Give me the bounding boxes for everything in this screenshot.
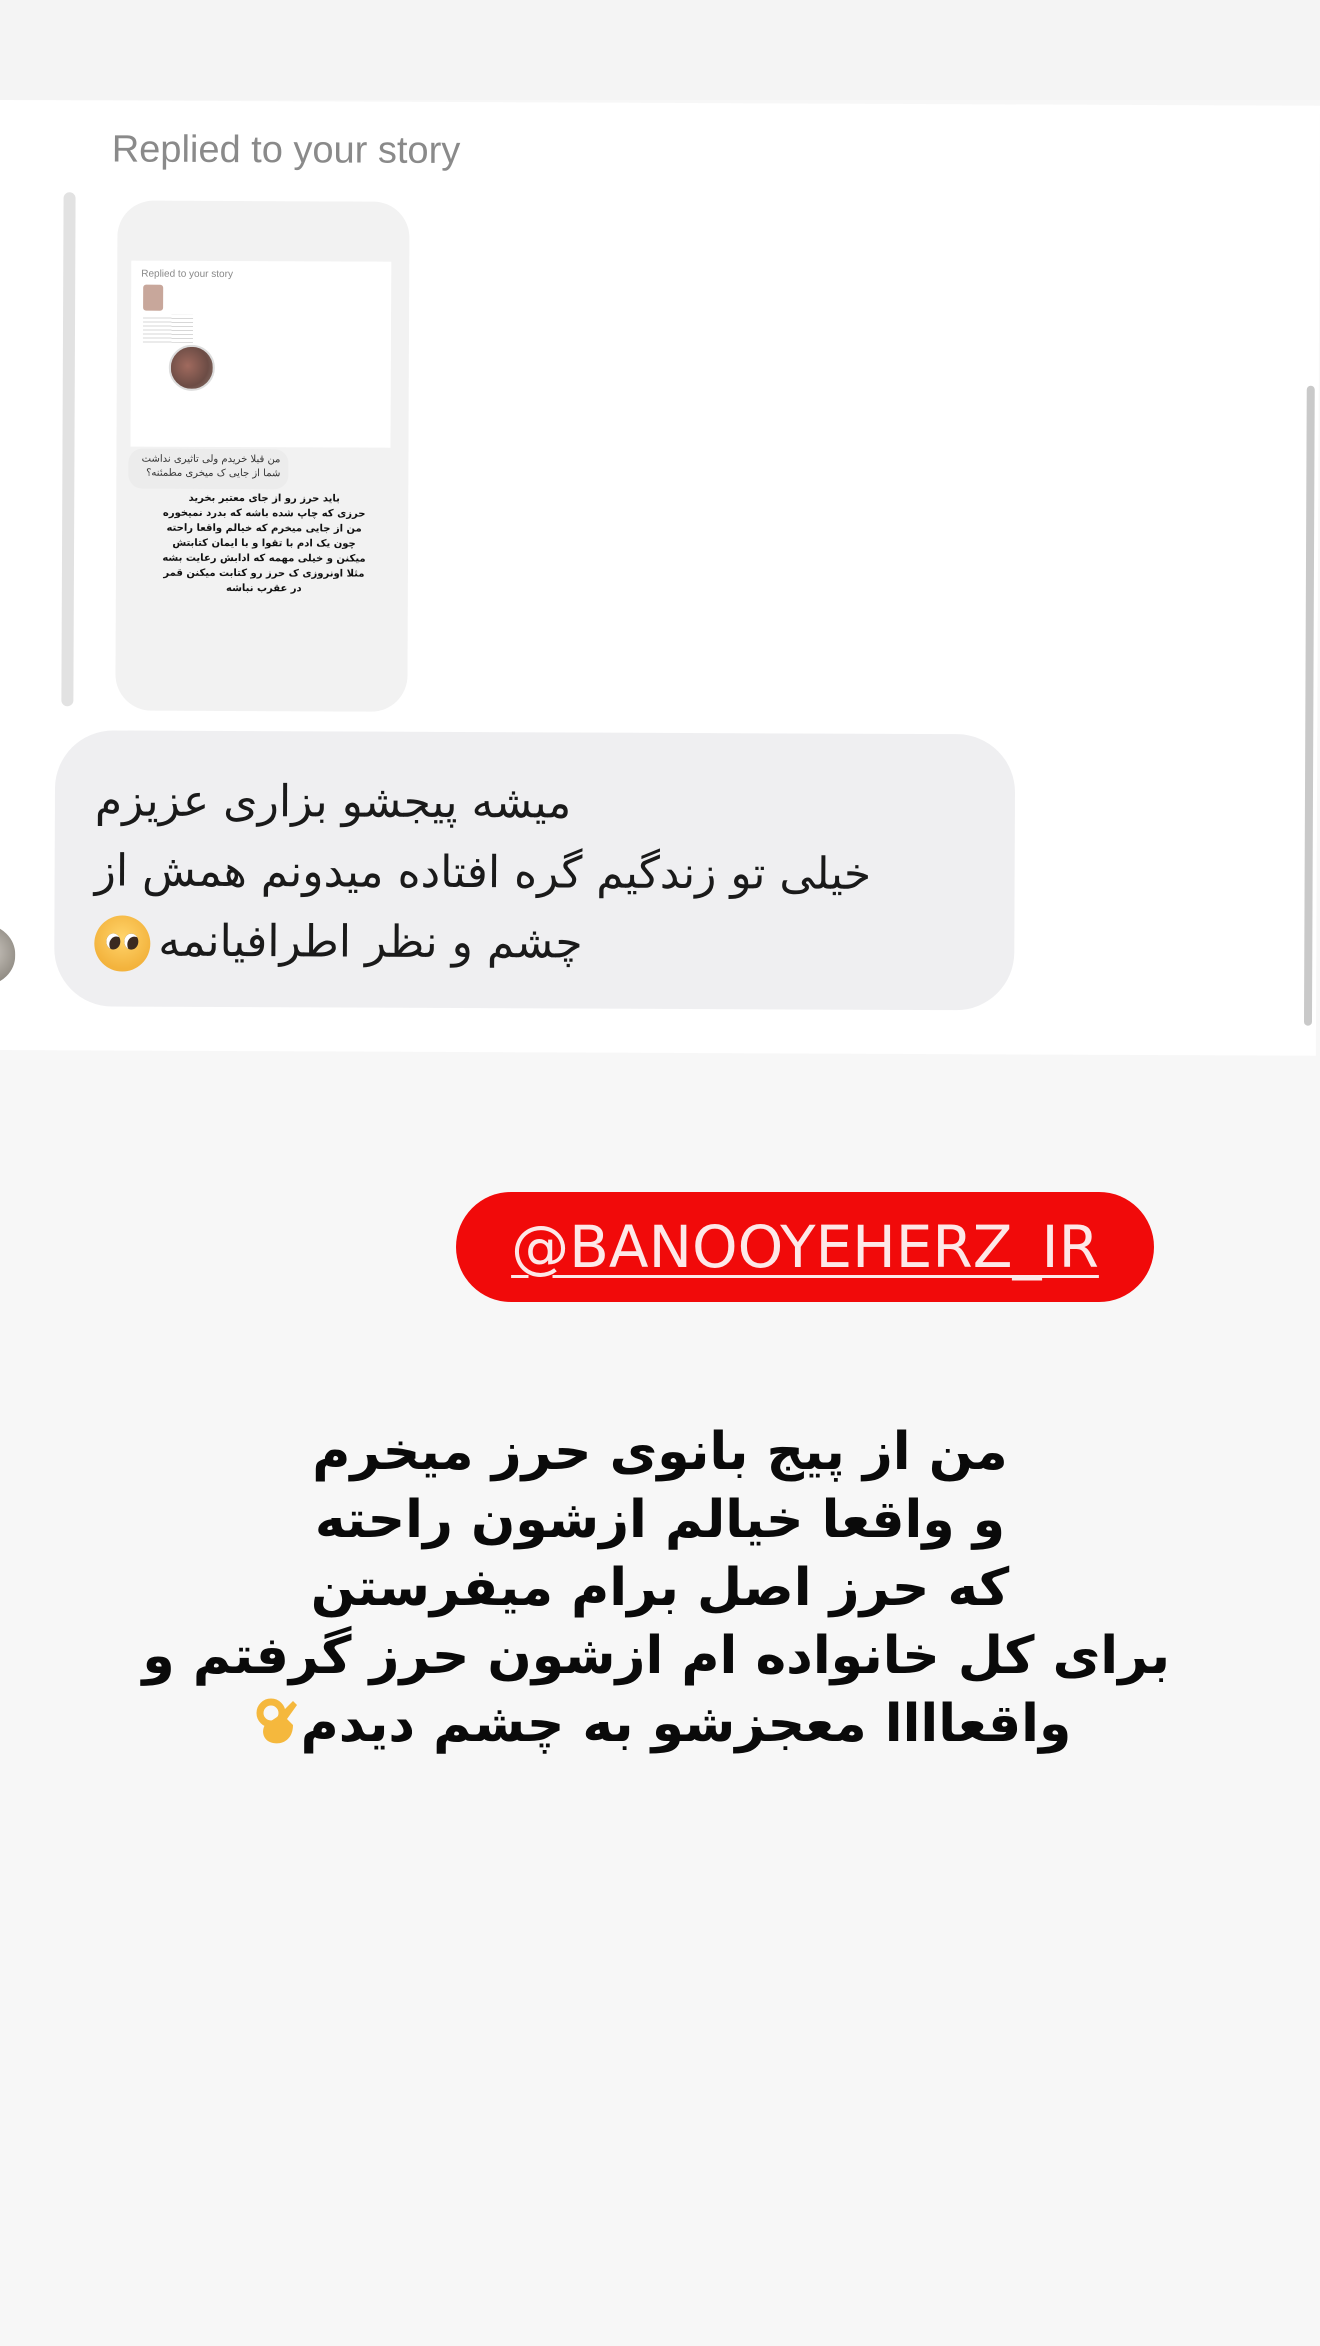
replied-to-story-label: Replied to your story (111, 128, 461, 173)
thumbnail-mini-story-icon (143, 284, 164, 311)
caption-line-1: من از پیج بانوی حرز میخرم (312, 1422, 1008, 1482)
thumbnail-avatar (168, 344, 215, 391)
caption-line-3: که حرز اصل برام میفرستن (310, 1558, 1010, 1618)
story-thumbnail[interactable]: Replied to your story من قبلا خریدم ولی … (115, 200, 410, 712)
ok-hand-icon (253, 1695, 301, 1747)
message-line-2: خیلی تو زندگیم گره افتاده میدونم همش از (94, 845, 872, 900)
mention-sticker[interactable]: @BANOOYEHERZ_IR (456, 1192, 1154, 1302)
thumbnail-inner-text: باید حرز رو از جای معتبر بخرید حرزی که چ… (162, 492, 366, 595)
top-background (0, 0, 1320, 100)
mention-handle[interactable]: @BANOOYEHERZ_IR (511, 1213, 1099, 1281)
thumbnail-inner-bubble: من قبلا خریدم ولی تاثیری نداشت شما از جا… (128, 448, 289, 490)
pleading-face-icon (94, 915, 151, 972)
caption-line-5: واقعاااا معجزشو به چشم دیدم (150, 1690, 1170, 1758)
message-line-3-text: چشم و نظر اطرافیانمه (158, 915, 583, 969)
reply-indicator-bar (61, 192, 76, 707)
message-line-1: میشه پیجشو بزاری عزیزم (94, 775, 572, 829)
caption-line-2: و واقعا خیالم ازشون راحته (314, 1490, 1006, 1550)
scrollbar[interactable] (1303, 385, 1315, 1026)
thumbnail-inner-card: Replied to your story (130, 260, 392, 448)
thumbnail-replied-label: Replied to your story (141, 268, 233, 281)
caption-line-4: برای کل خانواده ام ازشون حرز گرفتم و (142, 1626, 1170, 1686)
dm-screenshot-panel: Replied to your story Replied to your st… (0, 100, 1320, 1056)
message-line-3: چشم و نظر اطرافیانمه (94, 906, 966, 980)
sender-avatar[interactable] (0, 921, 19, 989)
story-caption: من از پیج بانوی حرز میخرم و واقعا خیالم … (142, 1418, 1170, 1758)
caption-line-5-text: واقعاااا معجزشو به چشم دیدم (300, 1694, 1072, 1754)
message-bubble[interactable]: میشه پیجشو بزاری عزیزم خیلی تو زندگیم گر… (54, 730, 1016, 1011)
thumbnail-mini-text-lines (142, 314, 194, 343)
